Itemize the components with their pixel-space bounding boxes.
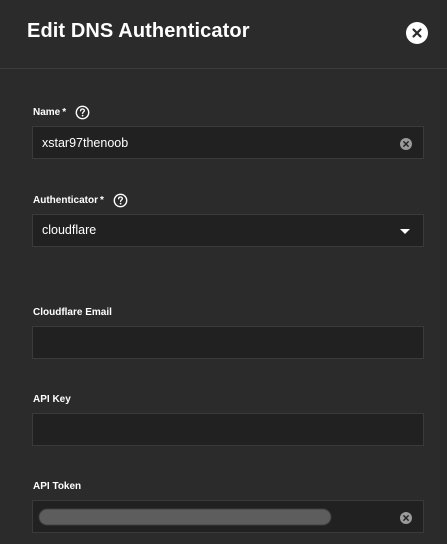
api-key-label-row: API Key	[33, 394, 71, 405]
authenticator-select[interactable]: cloudflare	[32, 214, 424, 247]
name-label: Name	[33, 107, 61, 118]
authenticator-required-mark: *	[100, 195, 104, 206]
api-token-label: API Token	[33, 481, 82, 492]
cloudflare-email-field[interactable]	[32, 326, 424, 359]
dialog-header: Edit DNS Authenticator	[0, 0, 447, 69]
clear-icon[interactable]	[400, 137, 412, 150]
cloudflare-email-label: Cloudflare Email	[33, 307, 112, 318]
cloudflare-email-input[interactable]	[42, 327, 392, 358]
api-token-field[interactable]	[32, 500, 424, 533]
authenticator-selected-value: cloudflare	[42, 223, 97, 237]
name-required-mark: *	[62, 107, 67, 118]
name-field[interactable]	[32, 126, 424, 159]
clear-icon[interactable]	[400, 511, 412, 524]
api-key-field[interactable]	[32, 413, 424, 446]
authenticator-label-row: Authenticator *	[33, 193, 128, 208]
api-token-label-row: API Token	[33, 481, 81, 492]
close-icon	[412, 28, 422, 38]
help-icon[interactable]	[75, 105, 90, 120]
api-key-input[interactable]	[42, 414, 392, 445]
close-button[interactable]	[406, 22, 428, 44]
api-key-label: API Key	[33, 394, 71, 405]
help-icon[interactable]	[113, 193, 128, 208]
name-input[interactable]	[42, 127, 392, 158]
name-label-row: Name *	[33, 105, 90, 120]
chevron-down-icon[interactable]	[400, 229, 410, 234]
cloudflare-email-label-row: Cloudflare Email	[33, 307, 112, 318]
dialog-title: Edit DNS Authenticator	[27, 20, 250, 42]
authenticator-label: Authenticator	[33, 195, 98, 206]
redaction-scribble	[39, 509, 331, 525]
